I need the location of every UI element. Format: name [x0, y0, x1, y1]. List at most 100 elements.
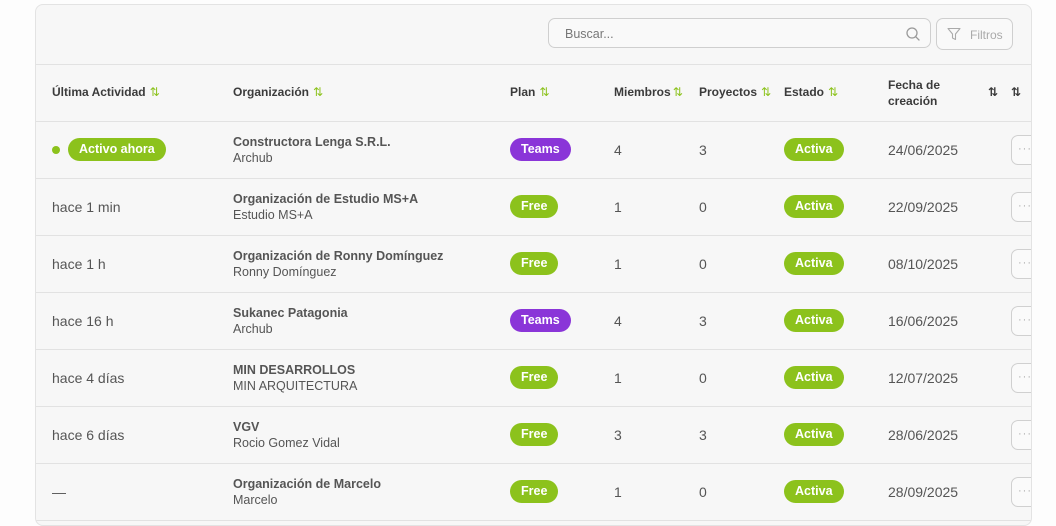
status-badge: Activa [784, 138, 844, 161]
plan-badge: Teams [510, 138, 571, 161]
row-actions-button[interactable]: ··· [1011, 135, 1032, 165]
column-label: Miembros [614, 85, 671, 99]
column-label: Estado [784, 85, 825, 99]
more-icon: ··· [1018, 485, 1032, 497]
last-activity: — [52, 484, 66, 500]
members-count: 1 [614, 370, 622, 386]
plan-badge: Free [510, 366, 559, 389]
table-row[interactable]: hace 1 h Organización de Ronny Domínguez R… [36, 236, 1031, 293]
sort-icon: ⇅ [828, 85, 839, 99]
organization-owner: Rocio Gomez Vidal [233, 436, 340, 450]
column-header-members[interactable]: Miembros ⇅ [614, 85, 683, 99]
plan-badge: Free [510, 423, 559, 446]
last-activity: hace 6 días [52, 427, 125, 443]
filters-label: Filtros [970, 28, 1003, 42]
row-actions-button[interactable]: ··· [1011, 306, 1032, 336]
projects-count: 0 [699, 484, 707, 500]
projects-count: 0 [699, 199, 707, 215]
table-row[interactable]: Activo ahora Constructora Lenga S.R.L. Arc… [36, 122, 1031, 179]
organizations-table-card: Buscar... Filtros Última Actividad ⇅ Orga… [35, 4, 1032, 526]
created-date: 16/06/2025 [888, 313, 959, 329]
projects-count: 0 [699, 370, 707, 386]
table-header: Última Actividad ⇅ Organización ⇅ Plan ⇅ Mi… [36, 65, 1031, 122]
online-status-dot [52, 146, 60, 154]
members-count: 1 [614, 484, 622, 500]
column-header-activity[interactable]: Última Actividad ⇅ [52, 85, 160, 99]
row-actions-button[interactable]: ··· [1011, 249, 1032, 279]
last-activity: hace 1 h [52, 256, 106, 272]
organization-name[interactable]: VGV [233, 420, 259, 434]
created-date: 24/06/2025 [888, 142, 959, 158]
sort-icon: ⇅ [149, 85, 160, 99]
organization-owner: Ronny Domínguez [233, 265, 337, 279]
status-badge: Activa [784, 309, 844, 332]
organization-name[interactable]: Organización de Marcelo [233, 477, 381, 491]
members-count: 3 [614, 427, 622, 443]
sort-icon: ⇅ [672, 85, 683, 99]
last-activity: hace 1 min [52, 199, 121, 215]
created-date: 22/09/2025 [888, 199, 959, 215]
more-icon: ··· [1018, 143, 1032, 155]
column-header-created[interactable]: Fecha de creación [888, 77, 940, 109]
more-icon: ··· [1018, 314, 1032, 326]
members-count: 4 [614, 142, 622, 158]
more-icon: ··· [1018, 428, 1032, 440]
search-icon [906, 27, 920, 41]
column-label-line1: Fecha de [888, 78, 941, 92]
status-badge: Activa [784, 480, 844, 503]
table-row[interactable]: hace 6 días VGV Rocio Gomez Vidal Free 3 3 Act… [36, 407, 1031, 464]
organization-name[interactable]: MIN DESARROLLOS [233, 363, 355, 377]
more-icon: ··· [1018, 371, 1032, 383]
plan-badge: Free [510, 252, 559, 275]
organization-name[interactable]: Organización de Ronny Domínguez [233, 249, 443, 263]
sort-icon-actions[interactable]: ⇅ [1011, 85, 1021, 99]
created-date: 28/06/2025 [888, 427, 959, 443]
search-placeholder: Buscar... [565, 27, 614, 41]
column-header-status[interactable]: Estado ⇅ [784, 85, 838, 99]
organization-owner: MIN ARQUITECTURA [233, 379, 358, 393]
members-count: 1 [614, 256, 622, 272]
column-header-plan[interactable]: Plan ⇅ [510, 85, 549, 99]
plan-badge: Teams [510, 309, 571, 332]
search-input[interactable]: Buscar... [548, 18, 931, 48]
projects-count: 0 [699, 256, 707, 272]
status-badge: Activa [784, 366, 844, 389]
table-row[interactable]: hace 1 min Organización de Estudio MS+A Es… [36, 179, 1031, 236]
organization-owner: Estudio MS+A [233, 208, 313, 222]
column-header-projects[interactable]: Proyectos ⇅ [699, 85, 771, 99]
more-icon: ··· [1018, 200, 1032, 212]
activity-badge: Activo ahora [68, 138, 166, 161]
projects-count: 3 [699, 142, 707, 158]
table-row[interactable]: hace 4 días MIN DESARROLLOS MIN ARQUITECTU… [36, 350, 1031, 407]
table-row[interactable]: hace 16 h Sukanec Patagonia Archub Teams 4 3 A… [36, 293, 1031, 350]
table-toolbar: Buscar... Filtros [36, 5, 1031, 65]
members-count: 4 [614, 313, 622, 329]
created-date: 08/10/2025 [888, 256, 959, 272]
last-activity: hace 4 días [52, 370, 125, 386]
more-icon: ··· [1018, 257, 1032, 269]
row-actions-button[interactable]: ··· [1011, 192, 1032, 222]
plan-badge: Free [510, 480, 559, 503]
organization-name[interactable]: Constructora Lenga S.R.L. [233, 135, 391, 149]
organization-name[interactable]: Sukanec Patagonia [233, 306, 348, 320]
organization-name[interactable]: Organización de Estudio MS+A [233, 192, 418, 206]
column-label: Plan [510, 85, 536, 99]
column-header-organization[interactable]: Organización ⇅ [233, 85, 323, 99]
table-row[interactable]: — Organización de Marcelo Marcelo Free 1 0 Act… [36, 464, 1031, 521]
row-actions-button[interactable]: ··· [1011, 420, 1032, 450]
filter-icon [947, 27, 961, 41]
column-label: Última Actividad [52, 85, 146, 99]
created-date: 28/09/2025 [888, 484, 959, 500]
row-actions-button[interactable]: ··· [1011, 477, 1032, 507]
sort-icon: ⇅ [761, 85, 772, 99]
row-actions-button[interactable]: ··· [1011, 363, 1032, 393]
column-label: Proyectos [699, 85, 758, 99]
status-badge: Activa [784, 195, 844, 218]
sort-icon-created[interactable]: ⇅ [988, 85, 998, 99]
sort-icon: ⇅ [539, 85, 550, 99]
filters-button[interactable]: Filtros [936, 18, 1013, 50]
column-label: Organización [233, 85, 310, 99]
status-badge: Activa [784, 423, 844, 446]
status-badge: Activa [784, 252, 844, 275]
plan-badge: Free [510, 195, 559, 218]
